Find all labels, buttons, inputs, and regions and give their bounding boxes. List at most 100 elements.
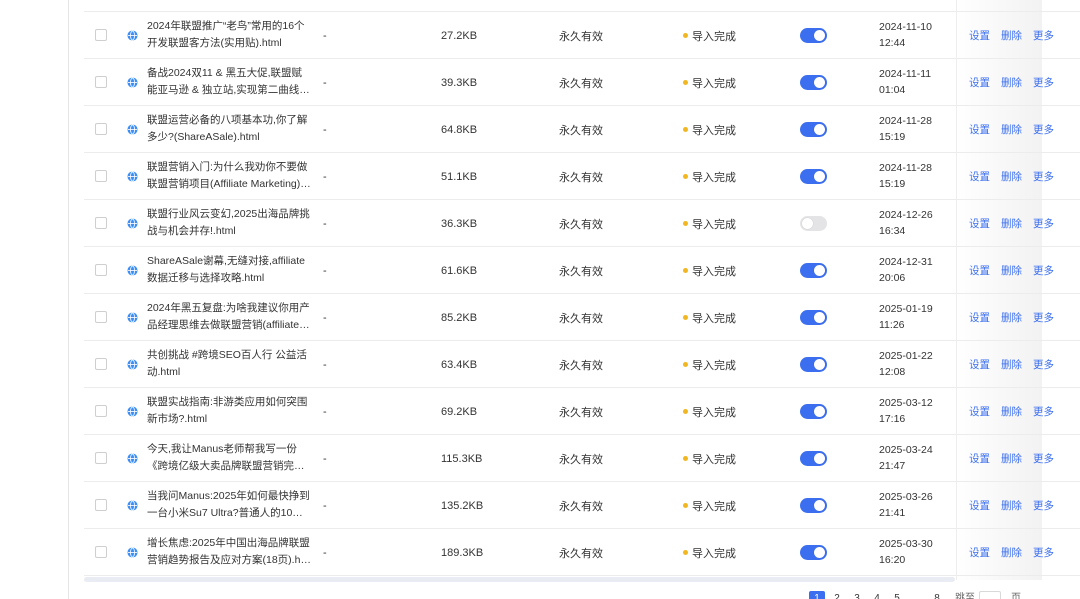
file-title[interactable]: 2024年联盟推广“老鸟”常用的16个开发联盟客方法(实用贴).html: [147, 18, 312, 54]
delete-link[interactable]: 删除: [1001, 404, 1022, 419]
delete-link[interactable]: 删除: [1001, 28, 1022, 43]
settings-link[interactable]: 设置: [969, 451, 990, 466]
file-title[interactable]: 增长焦虑:2025年中国出海品牌联盟营销趋势报告及应对方案(18页).html: [147, 535, 312, 571]
row-checkbox[interactable]: [95, 311, 107, 323]
delete-link[interactable]: 删除: [1001, 545, 1022, 560]
enable-toggle[interactable]: [800, 545, 827, 560]
settings-link[interactable]: 设置: [969, 357, 990, 372]
page-button[interactable]: 4: [869, 591, 885, 599]
more-link[interactable]: 更多: [1033, 451, 1054, 466]
row-checkbox[interactable]: [95, 499, 107, 511]
enable-toggle[interactable]: [800, 122, 827, 137]
settings-link[interactable]: 设置: [969, 75, 990, 90]
row-checkbox[interactable]: [95, 217, 107, 229]
tag-cell: -: [323, 170, 327, 183]
page-button[interactable]: ...: [909, 591, 925, 599]
file-title[interactable]: 共创挑战 #跨境SEO百人行 公益活动.html: [147, 347, 312, 383]
enable-toggle[interactable]: [800, 310, 827, 325]
file-title[interactable]: 联盟行业风云变幻,2025出海品牌挑战与机会并存!.html: [147, 206, 312, 242]
row-checkbox[interactable]: [95, 264, 107, 276]
file-title[interactable]: ShareASale谢幕,无缝对接,affiliate数据迁移与选择攻略.htm…: [147, 253, 312, 289]
tag-cell: -: [323, 452, 327, 465]
delete-link[interactable]: 删除: [1001, 357, 1022, 372]
enable-toggle[interactable]: [800, 216, 827, 231]
page-button[interactable]: 5: [889, 591, 905, 599]
table-row: 联盟行业风云变幻,2025出海品牌挑战与机会并存!.html - 36.3KB …: [84, 200, 1080, 247]
more-link[interactable]: 更多: [1033, 263, 1054, 278]
row-checkbox[interactable]: [95, 452, 107, 464]
page-button[interactable]: 8: [929, 591, 945, 599]
settings-link[interactable]: 设置: [969, 404, 990, 419]
delete-link[interactable]: 删除: [1001, 216, 1022, 231]
row-checkbox[interactable]: [95, 29, 107, 41]
status-cell: 导入完成: [683, 200, 736, 247]
settings-link[interactable]: 设置: [969, 216, 990, 231]
enable-toggle[interactable]: [800, 357, 827, 372]
row-checkbox[interactable]: [95, 546, 107, 558]
row-actions: 设置 删除 更多: [969, 435, 1065, 482]
file-size: 85.2KB: [441, 311, 478, 324]
updated-at: 2024-11-11 01:04: [879, 66, 949, 98]
settings-link[interactable]: 设置: [969, 28, 990, 43]
more-link[interactable]: 更多: [1033, 498, 1054, 513]
status-cell: 导入完成: [683, 153, 736, 200]
delete-link[interactable]: 删除: [1001, 75, 1022, 90]
delete-link[interactable]: 删除: [1001, 122, 1022, 137]
validity-cell: 永久有效: [559, 406, 603, 419]
settings-link[interactable]: 设置: [969, 545, 990, 560]
delete-link[interactable]: 删除: [1001, 263, 1022, 278]
globe-icon: [127, 453, 138, 464]
settings-link[interactable]: 设置: [969, 122, 990, 137]
delete-link[interactable]: 删除: [1001, 310, 1022, 325]
row-checkbox[interactable]: [95, 358, 107, 370]
enable-toggle[interactable]: [800, 263, 827, 278]
more-link[interactable]: 更多: [1033, 404, 1054, 419]
settings-link[interactable]: 设置: [969, 263, 990, 278]
more-link[interactable]: 更多: [1033, 28, 1054, 43]
enable-toggle[interactable]: [800, 498, 827, 513]
page-button[interactable]: 3: [849, 591, 865, 599]
enable-toggle[interactable]: [800, 451, 827, 466]
horizontal-scrollbar[interactable]: [84, 577, 955, 582]
updated-at: 2025-01-19 11:26: [879, 301, 949, 333]
table-row: 增长焦虑:2025年中国出海品牌联盟营销趋势报告及应对方案(18页).html …: [84, 529, 1080, 576]
updated-at: 2025-03-26 21:41: [879, 489, 949, 521]
more-link[interactable]: 更多: [1033, 310, 1054, 325]
page-button[interactable]: 2: [829, 591, 845, 599]
settings-link[interactable]: 设置: [969, 498, 990, 513]
page-button[interactable]: 1: [809, 591, 825, 599]
more-link[interactable]: 更多: [1033, 169, 1054, 184]
enable-toggle[interactable]: [800, 75, 827, 90]
tag-cell: -: [323, 499, 327, 512]
more-link[interactable]: 更多: [1033, 357, 1054, 372]
delete-link[interactable]: 删除: [1001, 169, 1022, 184]
row-checkbox[interactable]: [95, 123, 107, 135]
file-title[interactable]: 联盟营销入门:为什么我劝你不要做联盟营销项目(Affiliate Marketi…: [147, 159, 312, 195]
status-label: 导入完成: [692, 547, 736, 560]
file-title[interactable]: 2024年黑五复盘:为啥我建议你用产品经理思维去做联盟营销(affiliate)…: [147, 300, 312, 336]
row-checkbox[interactable]: [95, 170, 107, 182]
toggle-knob: [814, 171, 825, 182]
file-title[interactable]: 联盟实战指南:非游类应用如何突围新市场?.html: [147, 394, 312, 430]
file-title[interactable]: 今天,我让Manus老师帮我写一份《跨境亿级大卖品牌联盟营销完整方案》.html: [147, 441, 312, 477]
file-title[interactable]: 当我问Manus:2025年如何最快挣到一台小米Su7 Ultra?普通人的10…: [147, 488, 312, 524]
more-link[interactable]: 更多: [1033, 122, 1054, 137]
toggle-knob: [814, 500, 825, 511]
file-title[interactable]: 备战2024双11 & 黑五大促,联盟赋能亚马逊 & 独立站,实现第二曲线.ht…: [147, 65, 312, 101]
page-jump-input[interactable]: [979, 591, 1001, 599]
enable-toggle[interactable]: [800, 169, 827, 184]
settings-link[interactable]: 设置: [969, 310, 990, 325]
delete-link[interactable]: 删除: [1001, 451, 1022, 466]
more-link[interactable]: 更多: [1033, 216, 1054, 231]
row-checkbox[interactable]: [95, 76, 107, 88]
updated-date: 2024-11-28: [879, 162, 932, 174]
delete-link[interactable]: 删除: [1001, 498, 1022, 513]
settings-link[interactable]: 设置: [969, 169, 990, 184]
row-checkbox[interactable]: [95, 405, 107, 417]
enable-toggle[interactable]: [800, 404, 827, 419]
table-row: 2024年联盟推广“老鸟”常用的16个开发联盟客方法(实用贴).html - 2…: [84, 12, 1080, 59]
enable-toggle[interactable]: [800, 28, 827, 43]
more-link[interactable]: 更多: [1033, 545, 1054, 560]
file-title[interactable]: 联盟运营必备的八项基本功,你了解多少?(ShareASale).html: [147, 112, 312, 148]
more-link[interactable]: 更多: [1033, 75, 1054, 90]
